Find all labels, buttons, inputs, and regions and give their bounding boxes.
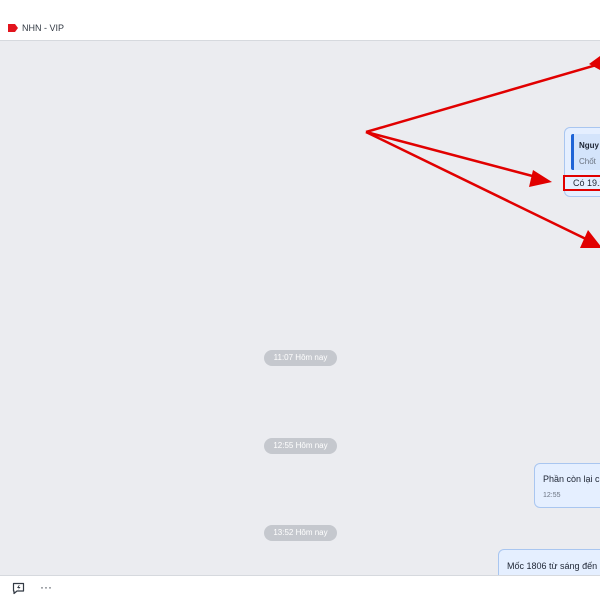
chat-footer: ··· <box>0 575 600 600</box>
time-separator: 12:55 Hôm nay <box>264 438 337 454</box>
more-options-icon[interactable]: ··· <box>40 581 52 593</box>
chat-header: NHN - VIP <box>0 0 600 41</box>
time-separator: 11:07 Hôm nay <box>264 350 337 366</box>
quick-message-icon[interactable] <box>12 582 25 595</box>
message-bubble[interactable]: Mốc 1806 từ sáng đến <box>498 549 600 575</box>
time-separator: 13:52 Hôm nay <box>264 525 337 541</box>
message-time: 12:55 <box>543 492 561 499</box>
quoted-text: Chốt <box>579 157 596 166</box>
group-name[interactable]: NHN - VIP <box>22 23 64 33</box>
quoted-sender-name: Nguy <box>579 141 599 150</box>
group-tag-icon <box>8 24 18 32</box>
message-list[interactable]: Nguy Chốt Có 19.x 11:07 Hôm nay 12:55 Hô… <box>0 42 600 575</box>
message-text: Mốc 1806 từ sáng đến <box>507 561 598 571</box>
quoted-message[interactable]: Nguy Chốt <box>571 134 600 170</box>
highlight-box <box>563 175 600 191</box>
message-bubble[interactable]: Phần còn lại c 12:55 <box>534 463 600 508</box>
message-text: Phần còn lại c <box>543 474 600 484</box>
